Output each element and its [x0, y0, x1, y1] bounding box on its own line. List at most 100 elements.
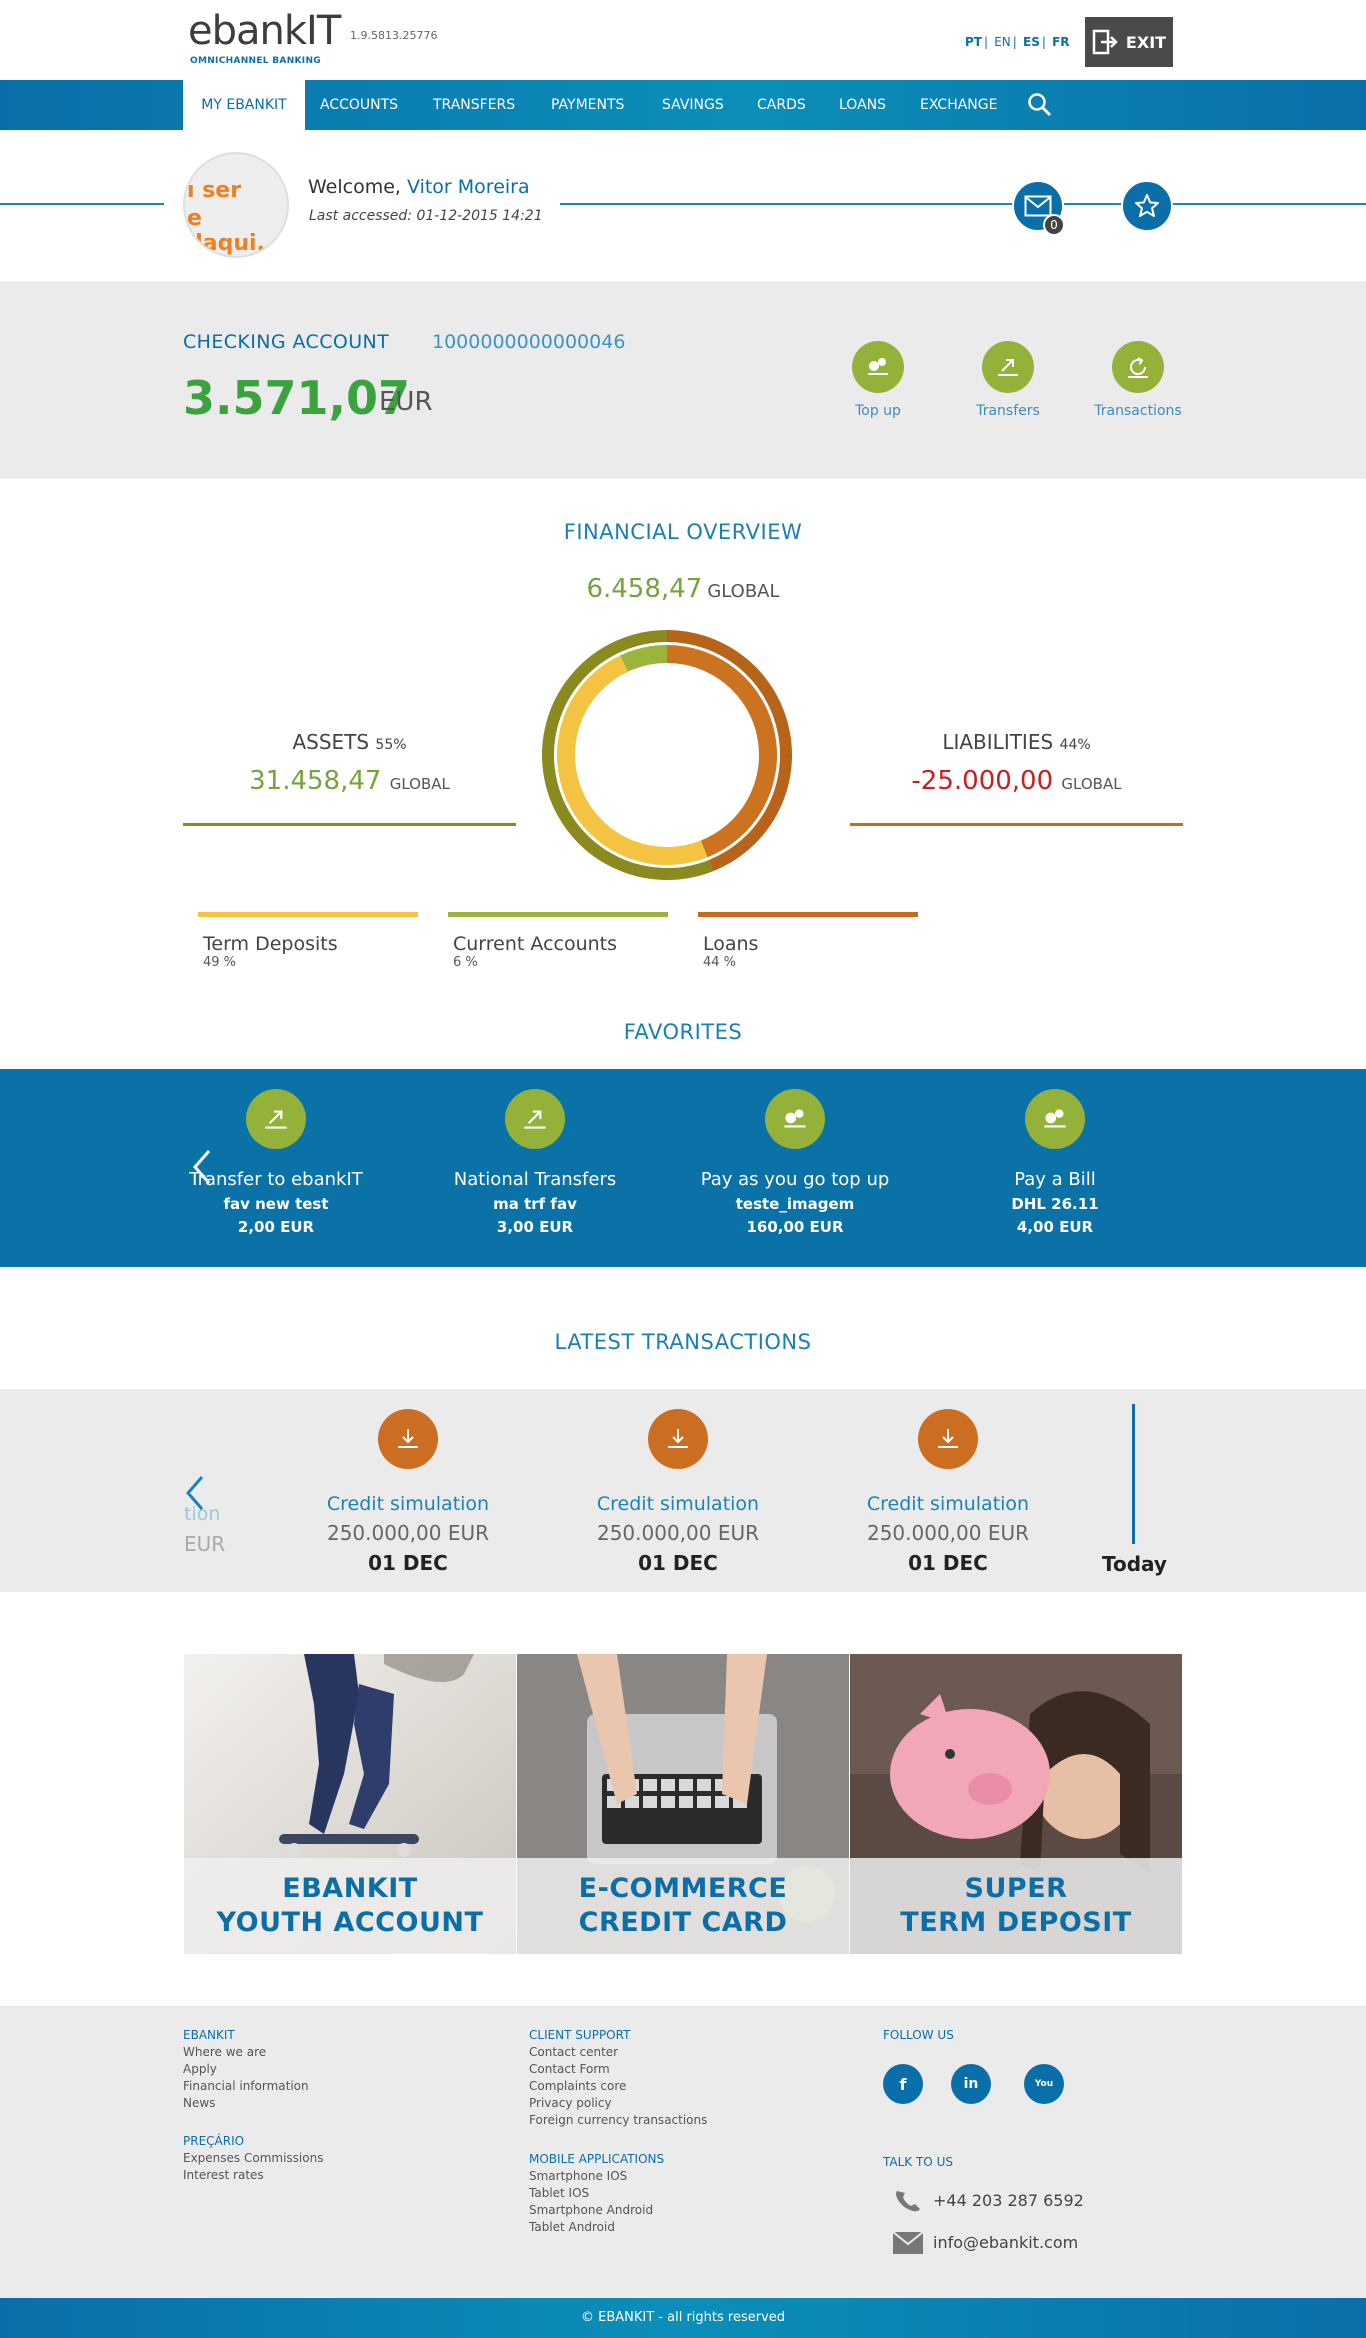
promo-caption: SUPER TERM DEPOSIT [850, 1858, 1182, 1954]
email-icon [893, 2232, 923, 2254]
nav-accounts[interactable]: ACCOUNTS [320, 80, 398, 130]
favorite-item[interactable]: Pay a Bill DHL 26.11 4,00 EUR [925, 1089, 1185, 1236]
avatar-text: e daqui. [187, 206, 265, 256]
account-title[interactable]: CHECKING ACCOUNT [183, 331, 389, 353]
footer-link[interactable]: Smartphone Android [529, 2203, 653, 2217]
user-name: Vitor Moreira [407, 176, 530, 198]
footer-link[interactable]: Privacy policy [529, 2096, 612, 2110]
footer-link[interactable]: Interest rates [183, 2168, 264, 2182]
transfers-button[interactable]: Transfers [943, 341, 1073, 419]
transfer-arrow-icon [505, 1089, 565, 1149]
overview-donut-chart[interactable] [537, 625, 797, 885]
promo-caption: E-COMMERCE CREDIT CARD [517, 1858, 849, 1954]
footer-link[interactable]: Expenses Commissions [183, 2151, 323, 2165]
transaction-title: Credit simulation [596, 1493, 760, 1515]
lang-pt[interactable]: PT [965, 35, 982, 49]
lang-en[interactable]: EN [994, 35, 1011, 49]
transaction-date: 01 DEC [368, 1551, 448, 1575]
promo-caption-line2: TERM DEPOSIT [900, 1907, 1132, 1938]
financial-overview-title: FINANCIAL OVERVIEW [563, 520, 803, 544]
favorite-title: Pay as you go top up [700, 1169, 890, 1190]
footer-email[interactable]: info@ebankit.com [933, 2233, 1078, 2252]
donut-current-accounts-segment[interactable] [620, 645, 668, 672]
favorite-item[interactable]: Pay as you go top up teste_imagem 160,00… [665, 1089, 925, 1236]
promo-term-deposit[interactable]: SUPER TERM DEPOSIT [850, 1654, 1182, 1954]
promo-caption-line2: YOUTH ACCOUNT [216, 1907, 484, 1938]
footer-link[interactable]: Tablet IOS [529, 2186, 589, 2200]
footer-link[interactable]: Contact center [529, 2045, 618, 2059]
footer-link[interactable]: Complaints core [529, 2079, 626, 2093]
liabilities-block[interactable]: LIABILITIES 44% -25.000,00 GLOBAL [850, 730, 1183, 796]
favorite-title: National Transfers [453, 1169, 617, 1190]
legend-name: Current Accounts [453, 933, 618, 955]
favorite-item[interactable]: National Transfers ma trf fav 3,00 EUR [405, 1089, 665, 1236]
nav-transfers[interactable]: TRANSFERS [433, 80, 515, 130]
footer-link[interactable]: Apply [183, 2062, 217, 2076]
legend-percent: 6 % [453, 955, 478, 970]
assets-block[interactable]: ASSETS 55% 31.458,47 GLOBAL [183, 730, 516, 796]
transaction-item[interactable]: Credit simulation 250.000,00 EUR 01 DEC [818, 1409, 1078, 1575]
lang-fr[interactable]: FR [1052, 35, 1069, 49]
promo-caption-line1: SUPER [964, 1873, 1068, 1904]
donut-loans-segment[interactable] [666, 645, 777, 858]
footer-link[interactable]: Contact Form [529, 2062, 610, 2076]
transaction-title: Credit simulation [326, 1493, 490, 1515]
transaction-item[interactable]: Credit simulation 250.000,00 EUR 01 DEC [548, 1409, 808, 1575]
nav-loans[interactable]: LOANS [839, 80, 886, 130]
nav-cards[interactable]: CARDS [757, 80, 806, 130]
exit-button[interactable]: EXIT [1085, 17, 1173, 67]
donut-term-deposits-segment[interactable] [557, 655, 708, 865]
phone-icon [896, 2191, 920, 2212]
promo-credit-card[interactable]: E-COMMERCE CREDIT CARD [517, 1654, 849, 1954]
nav-savings[interactable]: SAVINGS [662, 80, 724, 130]
timeline-prev-arrow-icon[interactable] [185, 1475, 205, 1511]
footer-link[interactable]: News [183, 2096, 215, 2110]
nav-my-ebankit[interactable]: MY EBANKIT [183, 80, 305, 130]
nav-payments[interactable]: PAYMENTS [551, 80, 624, 130]
footer-link[interactable]: Financial information [183, 2079, 309, 2093]
footer: EBANKIT Where we are Apply Financial inf… [0, 2006, 1366, 2298]
favorites-button[interactable] [1121, 180, 1173, 232]
favorite-title: Pay a Bill [1014, 1169, 1096, 1190]
divider-line [560, 203, 1366, 205]
footer-link[interactable]: Foreign currency transactions [529, 2113, 707, 2127]
favorite-amount: 2,00 EUR [237, 1218, 315, 1236]
top-up-button[interactable]: Top up [813, 341, 943, 419]
favorite-amount: 3,00 EUR [496, 1218, 574, 1236]
promo-youth-account[interactable]: EBANKIT YOUTH ACCOUNT [184, 1654, 516, 1954]
account-number: 1000000000000046 [432, 331, 626, 353]
legend-current-accounts: Current Accounts 6 % [448, 912, 668, 970]
footer-phone[interactable]: +44 203 287 6592 [933, 2191, 1084, 2210]
footer-heading-precario: PREÇÁRIO [183, 2134, 245, 2148]
welcome-greeting: Welcome, [308, 176, 401, 198]
logo[interactable]: ebankIT [188, 8, 341, 54]
top-up-icon [765, 1089, 825, 1149]
account-currency: EUR [379, 387, 433, 417]
messages-count-badge: 0 [1043, 214, 1065, 236]
footer-link[interactable]: Where we are [183, 2045, 266, 2059]
transaction-item[interactable]: Credit simulation 250.000,00 EUR 01 DEC [278, 1409, 538, 1575]
exit-label: EXIT [1125, 32, 1167, 52]
favorite-subtitle: ma trf fav [493, 1195, 577, 1213]
youtube-icon[interactable]: You [1024, 2064, 1064, 2104]
last-accessed: Last accessed: 01-12-2015 14:21 [309, 208, 543, 224]
top-up-icon [852, 341, 904, 393]
facebook-icon[interactable]: f [883, 2064, 923, 2104]
star-icon [1135, 194, 1159, 217]
footer-link[interactable]: Tablet Android [529, 2220, 615, 2234]
nav-exchange[interactable]: EXCHANGE [920, 80, 997, 130]
lang-es[interactable]: ES [1023, 35, 1040, 49]
transfer-arrow-icon [246, 1089, 306, 1149]
footer-link[interactable]: Smartphone IOS [529, 2169, 627, 2183]
avatar[interactable]: ı ser e daqui. [183, 152, 289, 258]
transaction-value: 250.000,00 EUR [866, 1521, 1030, 1545]
favorite-item[interactable]: Transfer to ebankIT fav new test 2,00 EU… [146, 1089, 406, 1236]
today-marker-line [1132, 1404, 1135, 1544]
favorite-subtitle: fav new test [223, 1195, 329, 1213]
liabilities-unit: GLOBAL [1061, 775, 1122, 793]
linkedin-icon[interactable]: in [951, 2064, 991, 2104]
legend-percent: 44 % [703, 955, 737, 970]
transfer-arrow-icon [982, 341, 1034, 393]
transactions-button[interactable]: Transactions [1073, 341, 1203, 419]
search-icon[interactable] [1027, 92, 1053, 118]
